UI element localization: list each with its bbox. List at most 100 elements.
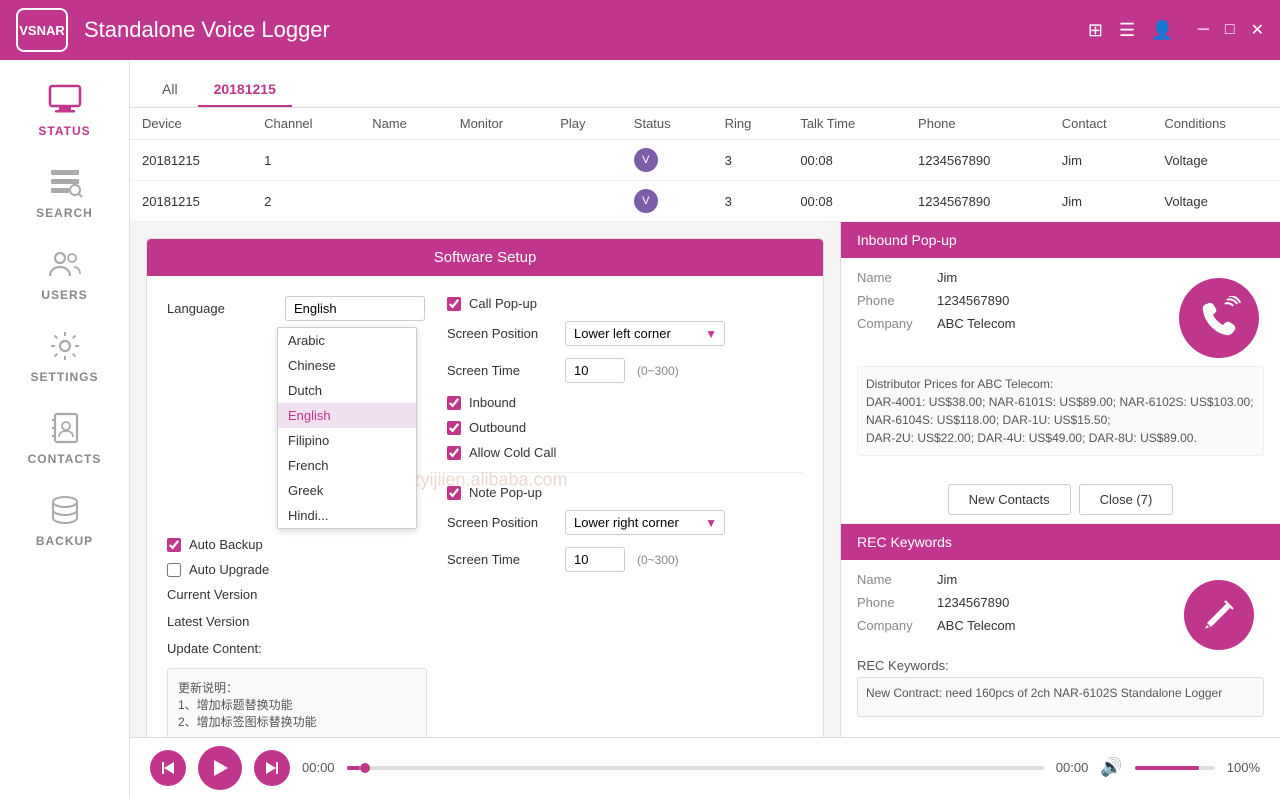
inbound-row: Inbound: [447, 395, 803, 410]
cell-name: [360, 181, 448, 222]
progress-fill: [347, 766, 361, 770]
current-version-row: Current Version: [167, 587, 427, 602]
player-bar: 00:00 00:00 🔊 100%: [130, 737, 1280, 797]
inbound-name-value: Jim: [937, 270, 957, 285]
note-screen-time-input[interactable]: [565, 547, 625, 572]
note-screen-position-label: Screen Position: [447, 515, 557, 530]
sidebar-item-status[interactable]: STATUS: [0, 68, 129, 150]
inbound-company-label: Company: [857, 316, 937, 331]
language-select[interactable]: Arabic Chinese Dutch English Filipino Fr…: [285, 296, 425, 321]
inbound-info: Name Jim Phone 1234567890 Company ABC Te…: [857, 270, 1174, 339]
rec-phone-value: 1234567890: [937, 595, 1009, 610]
keywords-value: New Contract: need 160pcs of 2ch NAR-610…: [857, 677, 1264, 717]
col-phone: Phone: [906, 108, 1050, 140]
sidebar-item-backup-label: BACKUP: [36, 534, 93, 548]
inbound-close-button[interactable]: Close (7): [1079, 484, 1174, 515]
progress-track[interactable]: [347, 766, 1044, 770]
rec-name-row: Name Jim: [857, 572, 1174, 587]
note-screen-position-select[interactable]: Lower left corner Lower right corner Upp…: [565, 510, 725, 535]
lang-option-dutch[interactable]: Dutch: [278, 378, 416, 403]
col-contact: Contact: [1050, 108, 1153, 140]
auto-backup-row: Auto Backup: [167, 537, 427, 552]
note-screen-time-range: (0~300): [637, 553, 679, 567]
rec-name-value: Jim: [937, 572, 957, 587]
current-version-label: Current Version: [167, 587, 277, 602]
grid-icon[interactable]: ⊞: [1088, 20, 1103, 41]
language-row: Language Arabic Chinese Dutch English Fi…: [167, 296, 427, 321]
call-screen-time-row: Screen Time (0~300): [447, 358, 803, 383]
auto-backup-label: Auto Backup: [189, 537, 263, 552]
volume-track[interactable]: [1135, 766, 1215, 770]
sidebar-item-settings[interactable]: SETTINGS: [0, 314, 129, 396]
rec-name-label: Name: [857, 572, 937, 587]
call-screen-time-label: Screen Time: [447, 363, 557, 378]
data-table: Device Channel Name Monitor Play Status …: [130, 108, 1280, 222]
col-play: Play: [548, 108, 622, 140]
sidebar: STATUS SEARCH: [0, 60, 130, 797]
lang-option-chinese[interactable]: Chinese: [278, 353, 416, 378]
dialog-body: Language Arabic Chinese Dutch English Fi…: [147, 276, 823, 737]
tab-all[interactable]: All: [146, 73, 194, 107]
note-popup-checkbox[interactable]: [447, 486, 461, 500]
lang-option-english[interactable]: English: [278, 403, 416, 428]
tab-20181215[interactable]: 20181215: [198, 73, 292, 107]
list-icon[interactable]: ☰: [1119, 20, 1135, 41]
maximize-icon[interactable]: □: [1225, 21, 1235, 39]
rec-keywords-body: Name Jim Phone 1234567890 Company ABC Te…: [841, 560, 1280, 729]
lang-option-french[interactable]: French: [278, 453, 416, 478]
minimize-icon[interactable]: ─: [1198, 21, 1209, 39]
rec-info: Name Jim Phone 1234567890 Company ABC Te…: [857, 572, 1174, 641]
sidebar-item-contacts[interactable]: CONTACTS: [0, 396, 129, 478]
user-icon[interactable]: 👤: [1151, 20, 1173, 41]
tab-bar: All 20181215: [130, 60, 1280, 108]
cell-monitor: [448, 181, 549, 222]
col-channel: Channel: [252, 108, 360, 140]
lang-option-hindi[interactable]: Hindi...: [278, 503, 416, 528]
call-popup-checkbox[interactable]: [447, 297, 461, 311]
edit-icon-wrap: [1174, 572, 1264, 650]
call-popup-row: Call Pop-up: [447, 296, 803, 311]
call-screen-position-select[interactable]: Lower left corner Lower right corner Upp…: [565, 321, 725, 346]
lang-option-arabic[interactable]: Arabic: [278, 328, 416, 353]
inbound-info-text: Distributor Prices for ABC Telecom: DAR-…: [857, 366, 1264, 456]
allow-cold-call-checkbox[interactable]: [447, 446, 461, 460]
sidebar-item-users[interactable]: USERS: [0, 232, 129, 314]
col-monitor: Monitor: [448, 108, 549, 140]
close-icon[interactable]: ✕: [1251, 20, 1264, 40]
new-contacts-button[interactable]: New Contacts: [948, 484, 1071, 515]
col-device: Device: [130, 108, 252, 140]
lang-option-greek[interactable]: Greek: [278, 478, 416, 503]
note-popup-row: Note Pop-up: [447, 485, 803, 500]
cell-play: [548, 181, 622, 222]
cell-monitor: [448, 140, 549, 181]
auto-backup-checkbox[interactable]: [167, 538, 181, 552]
call-screen-time-input[interactable]: [565, 358, 625, 383]
allow-cold-call-row: Allow Cold Call: [447, 445, 803, 460]
volume-fill: [1135, 766, 1199, 770]
rec-keywords-header: REC Keywords: [841, 524, 1280, 560]
cell-conditions: Voltage: [1152, 140, 1280, 181]
latest-version-row: Latest Version: [167, 614, 427, 629]
play-button[interactable]: [198, 746, 242, 790]
note-screen-time-row: Screen Time (0~300): [447, 547, 803, 572]
rec-keywords-section: REC Keywords Name Jim Phone 1234567890: [841, 524, 1280, 737]
skip-forward-button[interactable]: [254, 750, 290, 786]
sidebar-item-search[interactable]: SEARCH: [0, 150, 129, 232]
inbound-checkbox[interactable]: [447, 396, 461, 410]
cell-phone: 1234567890: [906, 181, 1050, 222]
backup-icon: [42, 490, 88, 530]
cell-channel: 1: [252, 140, 360, 181]
users-icon: [42, 244, 88, 284]
play-icon: [211, 759, 229, 777]
skip-forward-icon: [264, 760, 280, 776]
inbound-popup-section: Inbound Pop-up Name Jim Phone 12345678: [841, 222, 1280, 524]
outbound-checkbox[interactable]: [447, 421, 461, 435]
auto-upgrade-checkbox[interactable]: [167, 563, 181, 577]
skip-back-button[interactable]: [150, 750, 186, 786]
lang-option-filipino[interactable]: Filipino: [278, 428, 416, 453]
skip-back-icon: [160, 760, 176, 776]
dialog-header: Software Setup: [147, 239, 823, 276]
sidebar-item-backup[interactable]: BACKUP: [0, 478, 129, 560]
volume-icon[interactable]: 🔊: [1100, 757, 1122, 778]
language-label: Language: [167, 301, 277, 316]
